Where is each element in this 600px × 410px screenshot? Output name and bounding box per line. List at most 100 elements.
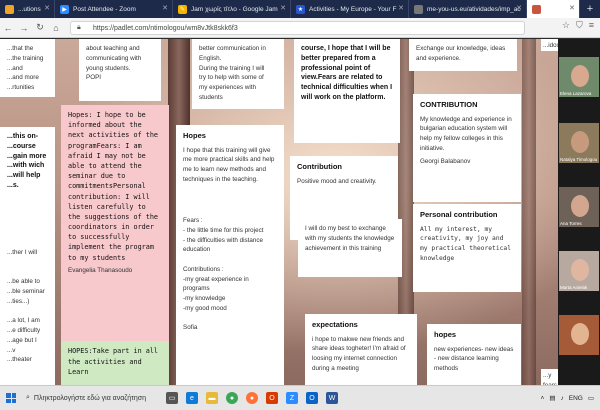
browser-tab-5-active[interactable]: ✕ [527, 0, 580, 18]
post-text: I will do my best to exchange with my st… [305, 225, 397, 252]
task-view-icon[interactable]: ▭ [162, 386, 182, 410]
close-icon[interactable]: ✕ [280, 4, 286, 12]
bookmark-star-icon[interactable]: ☆ [562, 20, 570, 31]
browser-tab-0[interactable]: ...utions ✕ [0, 0, 55, 18]
taskbar-search-box[interactable]: ⌕ Πληκτρολογήστε εδώ για αναζήτηση [22, 386, 162, 410]
post-card[interactable]: ...this on- ...course ...gain more ...wi… [0, 127, 55, 243]
post-card[interactable]: better communication in English. During … [192, 39, 284, 109]
back-arrow-icon[interactable]: ← [0, 20, 16, 36]
language-indicator[interactable]: ENG [569, 395, 583, 402]
tab-label: Jam χωρίς τίτλο - Google Jam [191, 5, 278, 13]
post-text: course, I hope that I will be better pre… [301, 45, 394, 101]
browser-tab-4[interactable]: me-you-us.eu/atividades/imp_ac ✕ [409, 0, 527, 18]
participant-tile[interactable]: Ana Torres [559, 187, 599, 227]
file-explorer-icon[interactable]: ▬ [202, 386, 222, 410]
participant-tile[interactable] [559, 315, 599, 355]
volume-icon[interactable]: ♪ [561, 395, 564, 402]
post-card-green[interactable]: HOPES:Take part in all the activities an… [61, 341, 169, 385]
windows-logo-icon [6, 393, 16, 403]
tab-label: me-you-us.eu/atividades/imp_ac [427, 5, 521, 13]
close-icon[interactable]: ✕ [516, 4, 522, 12]
participant-video [571, 195, 589, 217]
post-title: hopes [434, 330, 457, 339]
padlet-favicon-icon [532, 5, 541, 14]
home-icon[interactable]: ⌂ [48, 20, 64, 36]
participant-tile[interactable]: Elena Lazarova [559, 57, 599, 97]
post-text: i hope to makwe new friends and share id… [312, 335, 408, 372]
post-text: about teaching and communicating with yo… [86, 45, 142, 82]
padlet-board[interactable]: ...that the ...the training ...and ...an… [0, 39, 558, 385]
firefox-icon[interactable]: ● [242, 386, 262, 410]
participant-name: Natalya Timologou [560, 157, 598, 162]
windows-taskbar: ⌕ Πληκτρολογήστε εδώ για αναζήτηση ▭ e ▬… [0, 385, 600, 410]
edge-icon[interactable]: e [182, 386, 202, 410]
forward-arrow-icon[interactable]: → [16, 20, 32, 36]
post-card[interactable]: Exchange our knowledge, ideas and experi… [409, 39, 517, 71]
participant-name: Elena Lazarova [560, 91, 592, 96]
search-icon: ⌕ [26, 394, 30, 401]
post-card[interactable]: about teaching and communicating with yo… [79, 39, 161, 101]
system-tray: ˄ ▤ ♪ ENG ▭ [541, 394, 600, 403]
close-icon[interactable]: ✕ [398, 4, 404, 12]
post-card[interactable]: I will do my best to exchange with my st… [298, 219, 402, 277]
start-button[interactable] [0, 386, 22, 410]
tab-label: Post Attendee - Zoom [73, 5, 136, 13]
network-icon[interactable]: ▤ [549, 394, 555, 402]
post-text: I hope that this training will give me m… [183, 146, 277, 183]
post-author: Georgi Balabanov [420, 157, 471, 165]
post-card[interactable]: expectations i hope to makwe new friends… [305, 314, 417, 385]
outlook-icon[interactable]: O [302, 386, 322, 410]
chrome-icon[interactable]: ● [222, 386, 242, 410]
browser-tab-bar: ...utions ✕ ▶ Post Attendee - Zoom ✕ ✎ J… [0, 0, 600, 18]
browser-tab-1[interactable]: ▶ Post Attendee - Zoom ✕ [55, 0, 173, 18]
post-card[interactable]: ...y fears are... [541, 369, 558, 385]
post-card[interactable]: ...idox or expert... [541, 39, 558, 51]
zoom-favicon-icon: ▶ [60, 5, 69, 14]
browser-nav-bar: ← → ↻ ⌂ 🔒︎ https://padlet.com/ntimologou… [0, 18, 600, 38]
browser-tab-3[interactable]: ★ Activities - My Europe - Your F ✕ [291, 0, 409, 18]
tab-label: Activities - My Europe - Your F [309, 5, 397, 13]
post-text: ...this on- ...course ...gain more ...wi… [7, 133, 47, 189]
post-text: HOPES:Take part in all the activities an… [68, 347, 163, 377]
close-icon[interactable]: ✕ [44, 4, 50, 12]
post-card[interactable]: Personal contribution All my interest, m… [413, 204, 521, 292]
post-text: My knowledge and experience in bulgarian… [420, 115, 514, 152]
post-author: Evangelia Thanasoudo [68, 266, 133, 274]
post-title: Personal contribution [420, 210, 498, 219]
post-title: CONTRIBUTION [420, 100, 478, 109]
post-card[interactable]: CONTRIBUTION My knowledge and experience… [413, 94, 521, 202]
post-text: Hopes: I hope to be informed about the n… [68, 111, 163, 262]
post-text: ...y fears are... [543, 372, 557, 385]
post-card[interactable]: ...ther I will ...be able to ...ble semi… [0, 243, 55, 385]
post-card-pink[interactable]: Hopes: I hope to be informed about the n… [61, 105, 169, 359]
browser-tab-2[interactable]: ✎ Jam χωρίς τίτλο - Google Jam ✕ [173, 0, 291, 18]
post-card[interactable]: hopes new experiences- new ideas - new d… [427, 324, 521, 385]
post-card[interactable]: ...that the ...the training ...and ...an… [0, 39, 55, 97]
reload-icon[interactable]: ↻ [32, 20, 48, 36]
notification-icon[interactable]: ▭ [588, 394, 594, 402]
zoom-participant-panel: Elena Lazarova Natalya Timologou Ana Tor… [558, 39, 600, 385]
word-icon[interactable]: W [322, 386, 342, 410]
post-card[interactable]: Fears : - the little time for this proje… [176, 211, 284, 385]
close-icon[interactable]: ✕ [569, 4, 575, 12]
office-icon[interactable]: O [262, 386, 282, 410]
post-card[interactable]: course, I hope that I will be better pre… [294, 39, 400, 143]
menu-icon[interactable]: ≡ [589, 20, 594, 31]
zoom-app-icon[interactable]: Z [282, 386, 302, 410]
post-text: ...that the ...the training ...and ...an… [7, 45, 44, 91]
participant-name: Ana Torres [560, 221, 582, 226]
post-text: All my interest, my creativity, my joy a… [420, 225, 515, 262]
post-title: Contribution [297, 162, 342, 171]
post-text: Exchange our knowledge, ideas and experi… [416, 45, 508, 62]
participant-video [571, 65, 589, 87]
chevron-up-icon[interactable]: ˄ [541, 395, 545, 402]
new-tab-button[interactable]: + [580, 0, 600, 18]
participant-tile[interactable]: Marta Anielak [559, 251, 599, 291]
close-icon[interactable]: ✕ [162, 4, 168, 12]
participant-tile[interactable]: Natalya Timologou [559, 123, 599, 163]
post-title: expectations [312, 320, 358, 329]
post-title: Hopes [183, 131, 206, 140]
address-bar[interactable]: 🔒︎ https://padlet.com/ntimologou/wm8vJtk… [70, 21, 525, 35]
shield-icon[interactable]: ⛉ [576, 20, 583, 31]
search-placeholder: Πληκτρολογήστε εδώ για αναζήτηση [33, 394, 147, 402]
